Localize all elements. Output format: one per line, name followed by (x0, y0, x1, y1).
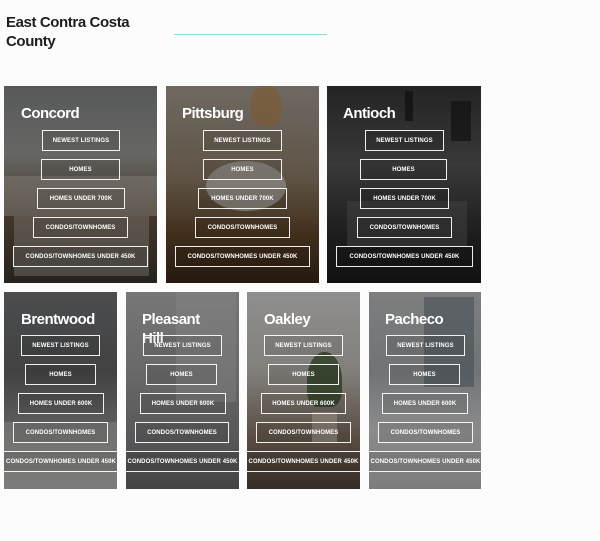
newest-listings-link[interactable]: NEWEST LISTINGS (21, 335, 100, 356)
newest-listings-link[interactable]: NEWEST LISTINGS (264, 335, 343, 356)
homes-link[interactable]: HOMES (25, 364, 96, 385)
condos-townhomes-link[interactable]: CONDOS/TOWNHOMES (33, 217, 128, 238)
city-card-concord: Concord NEWEST LISTINGS HOMES HOMES UNDE… (4, 86, 157, 283)
page-title: East Contra Costa County (6, 14, 130, 50)
condos-townhomes-under-price-link[interactable]: CONDOS/TOWNHOMES UNDER 450K (175, 246, 310, 267)
homes-under-price-link[interactable]: HOMES UNDER 600K (140, 393, 226, 414)
newest-listings-link[interactable]: NEWEST LISTINGS (203, 130, 282, 151)
homes-link[interactable]: HOMES (360, 159, 447, 180)
homes-link[interactable]: HOMES (389, 364, 460, 385)
newest-listings-link[interactable]: NEWEST LISTINGS (365, 130, 444, 151)
card-title: Brentwood (21, 311, 95, 328)
homes-under-price-link[interactable]: HOMES UNDER 700K (360, 188, 449, 209)
homes-under-price-link[interactable]: HOMES UNDER 600K (18, 393, 104, 414)
city-card-antioch: Antioch NEWEST LISTINGS HOMES HOMES UNDE… (327, 86, 481, 283)
city-card-oakley: Oakley NEWEST LISTINGS HOMES HOMES UNDER… (247, 292, 360, 489)
condos-townhomes-link[interactable]: CONDOS/TOWNHOMES (135, 422, 229, 443)
city-card-brentwood: Brentwood NEWEST LISTINGS HOMES HOMES UN… (4, 292, 117, 489)
condos-townhomes-under-price-link[interactable]: CONDOS/TOWNHOMES UNDER 450K (126, 451, 239, 472)
homes-under-price-link[interactable]: HOMES UNDER 700K (37, 188, 125, 209)
homes-link[interactable]: HOMES (268, 364, 339, 385)
card-title: Concord (21, 105, 80, 122)
condos-townhomes-link[interactable]: CONDOS/TOWNHOMES (195, 217, 290, 238)
city-card-pleasant-hill: Pleasant Hill NEWEST LISTINGS HOMES HOME… (126, 292, 239, 489)
newest-listings-link[interactable]: NEWEST LISTINGS (386, 335, 465, 356)
homes-link[interactable]: HOMES (41, 159, 120, 180)
condos-townhomes-link[interactable]: CONDOS/TOWNHOMES (357, 217, 452, 238)
card-title: Oakley (264, 311, 311, 328)
city-card-pacheco: Pacheco NEWEST LISTINGS HOMES HOMES UNDE… (369, 292, 481, 489)
condos-townhomes-under-price-link[interactable]: CONDOS/TOWNHOMES UNDER 450K (4, 451, 117, 472)
condos-townhomes-link[interactable]: CONDOS/TOWNHOMES (13, 422, 108, 443)
condos-townhomes-under-price-link[interactable]: CONDOS/TOWNHOMES UNDER 450K (13, 246, 148, 267)
city-card-pittsburg: Pittsburg NEWEST LISTINGS HOMES HOMES UN… (166, 86, 319, 283)
homes-under-price-link[interactable]: HOMES UNDER 600K (382, 393, 468, 414)
card-title: Antioch (343, 105, 396, 122)
condos-townhomes-under-price-link[interactable]: CONDOS/TOWNHOMES UNDER 450K (336, 246, 473, 267)
condos-townhomes-under-price-link[interactable]: CONDOS/TOWNHOMES UNDER 450K (369, 451, 481, 472)
newest-listings-link[interactable]: NEWEST LISTINGS (143, 335, 222, 356)
homes-link[interactable]: HOMES (146, 364, 217, 385)
homes-under-price-link[interactable]: HOMES UNDER 600K (261, 393, 346, 414)
homes-link[interactable]: HOMES (203, 159, 282, 180)
homes-under-price-link[interactable]: HOMES UNDER 700K (198, 188, 287, 209)
card-title: Pacheco (385, 311, 444, 328)
condos-townhomes-link[interactable]: CONDOS/TOWNHOMES (378, 422, 473, 443)
title-divider (174, 34, 327, 35)
card-title: Pittsburg (182, 105, 244, 122)
condos-townhomes-link[interactable]: CONDOS/TOWNHOMES (256, 422, 351, 443)
condos-townhomes-under-price-link[interactable]: CONDOS/TOWNHOMES UNDER 450K (247, 451, 360, 472)
newest-listings-link[interactable]: NEWEST LISTINGS (42, 130, 120, 151)
